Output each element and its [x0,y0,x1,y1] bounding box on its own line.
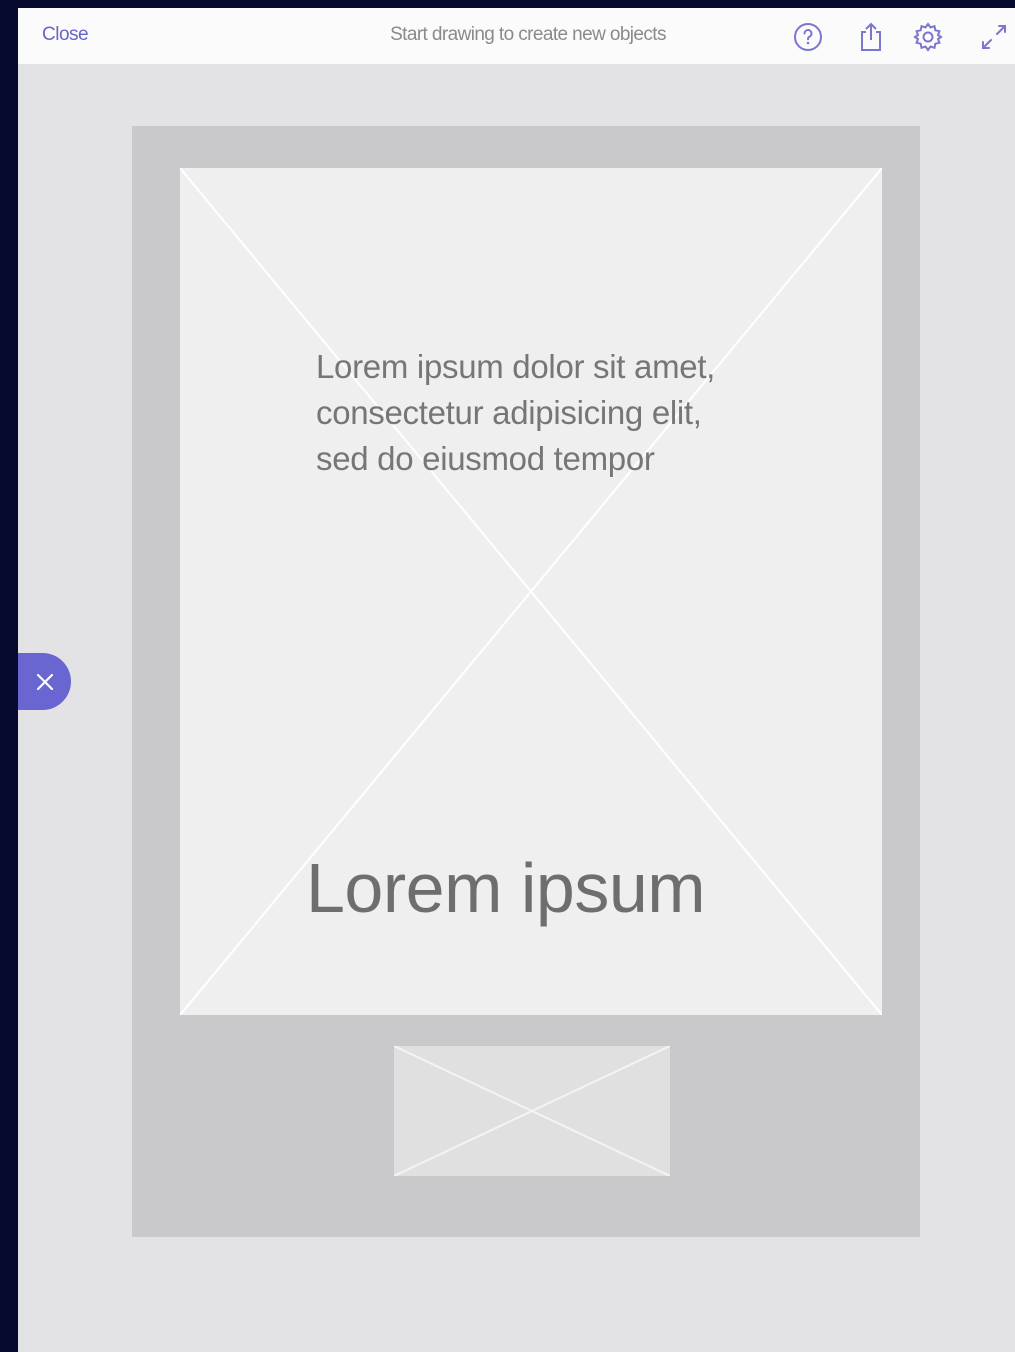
body-text-line: consectetur adipisicing elit, [316,394,702,431]
settings-icon[interactable] [911,20,945,54]
help-icon[interactable] [791,20,825,54]
drawing-hint: Start drawing to create new objects [390,24,666,45]
expand-icon[interactable] [977,20,1011,54]
body-text-line: Lorem ipsum dolor sit amet, [316,348,716,385]
app-window: Close Start drawing to create new object… [18,8,1015,1352]
headline-text[interactable]: Lorem ipsum [306,848,706,928]
body-text[interactable]: Lorem ipsum dolor sit amet, consectetur … [316,344,816,482]
close-icon [36,673,53,690]
placeholder-cross [394,1046,670,1176]
top-toolbar: Close Start drawing to create new object… [18,8,1015,64]
artboard[interactable]: Lorem ipsum dolor sit amet, consectetur … [132,126,920,1237]
body-text-line: sed do eiusmod tempor [316,440,655,477]
image-placeholder[interactable]: Lorem ipsum dolor sit amet, consectetur … [180,168,882,1015]
small-image-placeholder[interactable] [394,1046,670,1176]
close-button[interactable]: Close [42,24,89,46]
share-icon[interactable] [854,20,888,54]
